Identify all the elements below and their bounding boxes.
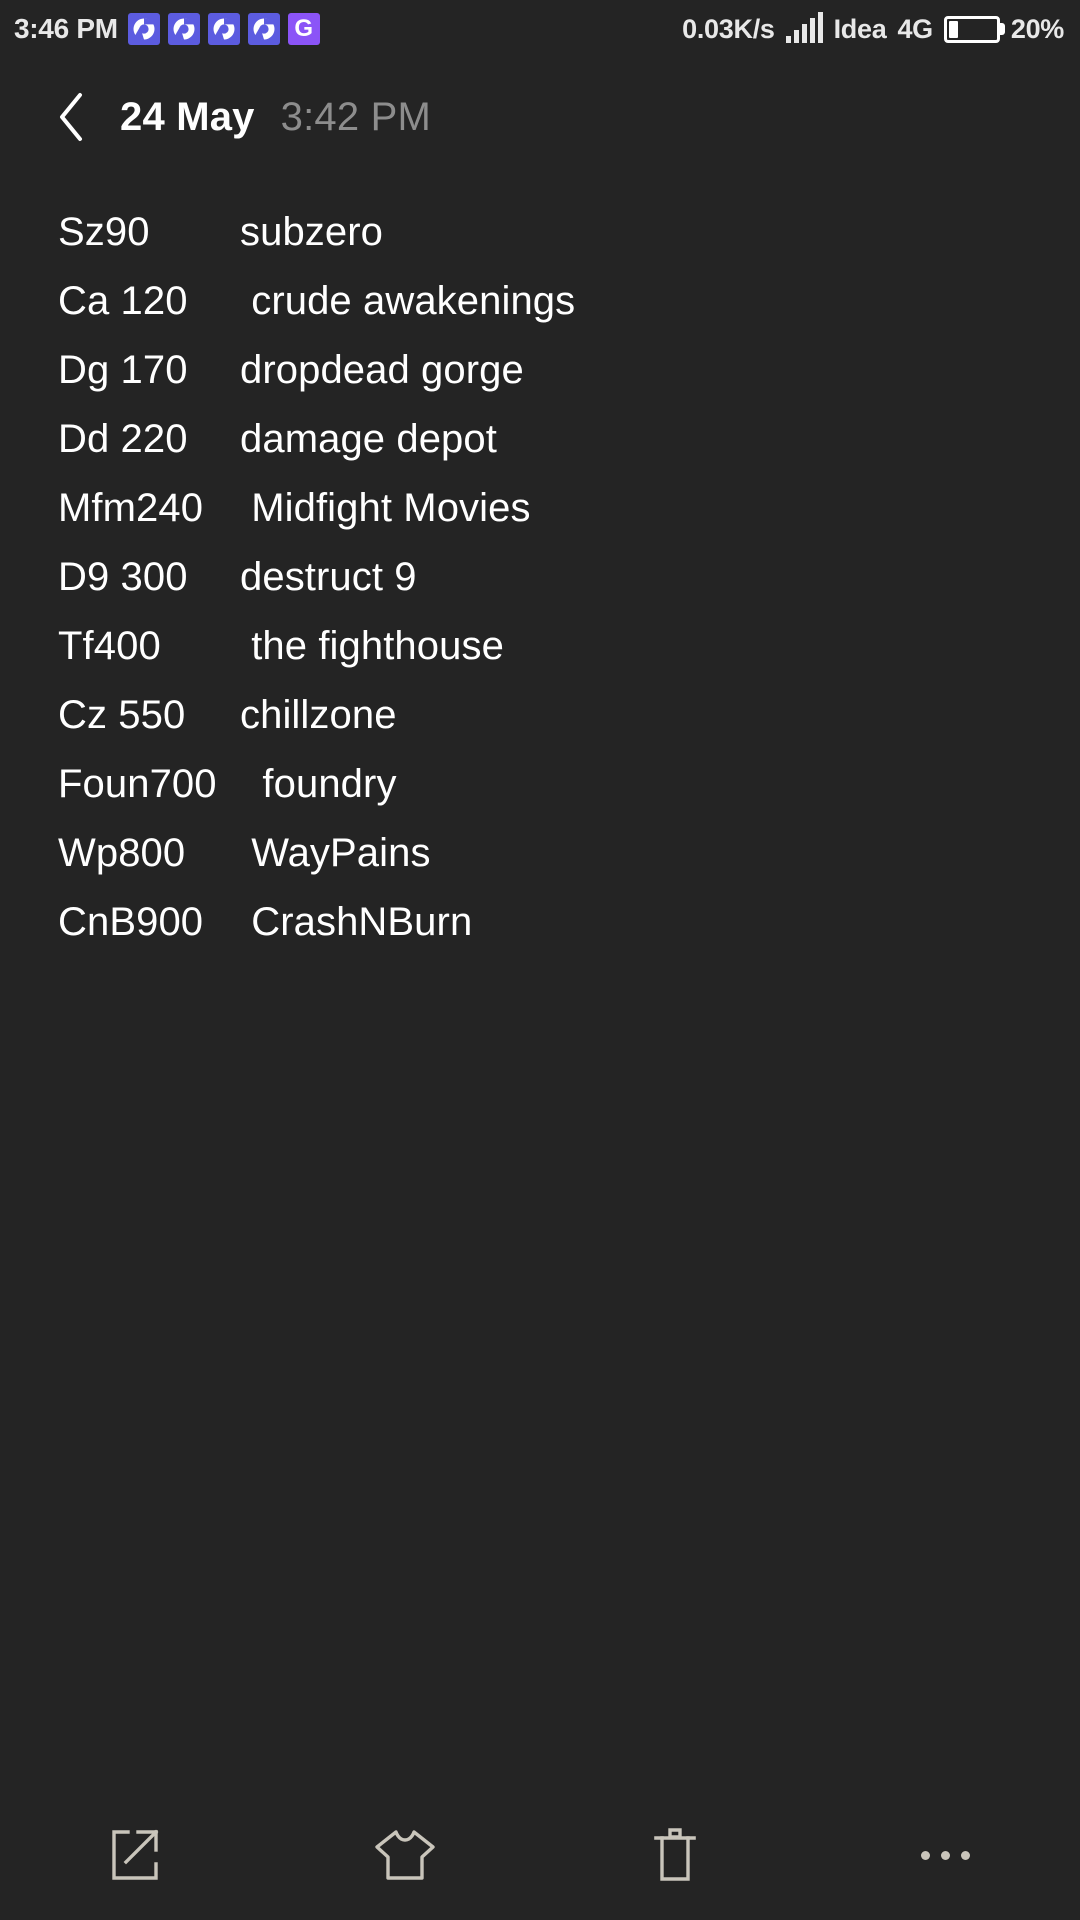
note-line-code: CnB900 — [58, 900, 204, 944]
trash-icon — [648, 1824, 702, 1886]
note-line-label: damage depot — [240, 417, 497, 461]
note-line-label: chillzone — [240, 693, 397, 737]
page-title: 24 May — [120, 94, 255, 139]
status-clock: 3:46 PM — [14, 13, 118, 44]
note-line-code: Tf400 — [58, 624, 161, 668]
note-line: Ca 120 crude awakenings — [58, 267, 1040, 336]
note-line-label: subzero — [240, 210, 384, 254]
note-line-label: CrashNBurn — [240, 900, 473, 944]
note-line-code: Foun700 — [58, 762, 217, 806]
status-bar-right: 0.03K/s Idea 4G 20% — [682, 12, 1064, 45]
carrier-name: Idea — [833, 13, 887, 44]
chrome-icon — [167, 13, 200, 45]
note-line-label: WayPains — [240, 831, 431, 875]
status-bar-left: 3:46 PM G — [14, 13, 320, 45]
network-speed: 0.03K/s — [682, 13, 775, 44]
battery-fill — [948, 20, 959, 38]
signal-bars-icon — [785, 12, 823, 43]
note-line-label: crude awakenings — [240, 279, 576, 323]
note-line: Wp800 WayPains — [58, 819, 1040, 888]
note-line: Tf400 the fighthouse — [58, 612, 1040, 681]
note-line-label: foundry — [240, 762, 397, 806]
note-content[interactable]: Sz90 subzero Ca 120 crude awakenings Dg … — [0, 176, 1080, 957]
app-header: 24 May 3:42 PM — [0, 58, 1080, 176]
note-line: CnB900 CrashNBurn — [58, 888, 1040, 957]
chrome-icon — [247, 13, 280, 45]
network-type: 4G — [897, 13, 933, 44]
note-line: Dg 170 dropdead gorge — [58, 336, 1040, 405]
chrome-icon — [127, 13, 160, 45]
note-line-code: Dg 170 — [58, 348, 188, 392]
note-line: Sz90 subzero — [58, 198, 1040, 267]
more-button[interactable] — [810, 1790, 1080, 1920]
tshirt-icon — [372, 1825, 438, 1885]
note-line-label: the fighthouse — [240, 624, 504, 668]
battery-icon — [943, 15, 1000, 43]
bottom-toolbar — [0, 1790, 1080, 1920]
share-icon — [107, 1825, 163, 1885]
note-line-code: Wp800 — [58, 831, 186, 875]
note-timestamp: 3:42 PM — [280, 94, 431, 139]
note-line-code: D9 300 — [58, 555, 188, 599]
note-line-code: Dd 220 — [58, 417, 188, 461]
share-button[interactable] — [0, 1790, 270, 1920]
battery-percent: 20% — [1010, 13, 1064, 44]
note-line-label: destruct 9 — [240, 555, 417, 599]
note-line-code: Mfm240 — [58, 486, 204, 530]
back-chevron-icon[interactable] — [48, 89, 94, 145]
note-line-code: Sz90 — [58, 210, 150, 254]
note-line: Mfm240 Midfight Movies — [58, 474, 1040, 543]
note-line: Dd 220 damage depot — [58, 405, 1040, 474]
note-line: Foun700 foundry — [58, 750, 1040, 819]
note-line: D9 300 destruct 9 — [58, 543, 1040, 612]
theme-button[interactable] — [270, 1790, 540, 1920]
notification-icons: G — [127, 13, 320, 45]
note-line-code: Cz 550 — [58, 693, 186, 737]
status-bar: 3:46 PM G 0.03K/s Idea 4G 20% — [0, 0, 1080, 58]
chrome-icon — [207, 13, 240, 45]
google-icon-letter: G — [294, 15, 314, 42]
more-icon — [920, 1850, 970, 1860]
google-icon: G — [287, 13, 320, 45]
note-line-label: Midfight Movies — [240, 486, 531, 530]
note-line-code: Ca 120 — [58, 279, 188, 323]
note-line-label: dropdead gorge — [240, 348, 524, 392]
note-line: Cz 550 chillzone — [58, 681, 1040, 750]
delete-button[interactable] — [540, 1790, 810, 1920]
